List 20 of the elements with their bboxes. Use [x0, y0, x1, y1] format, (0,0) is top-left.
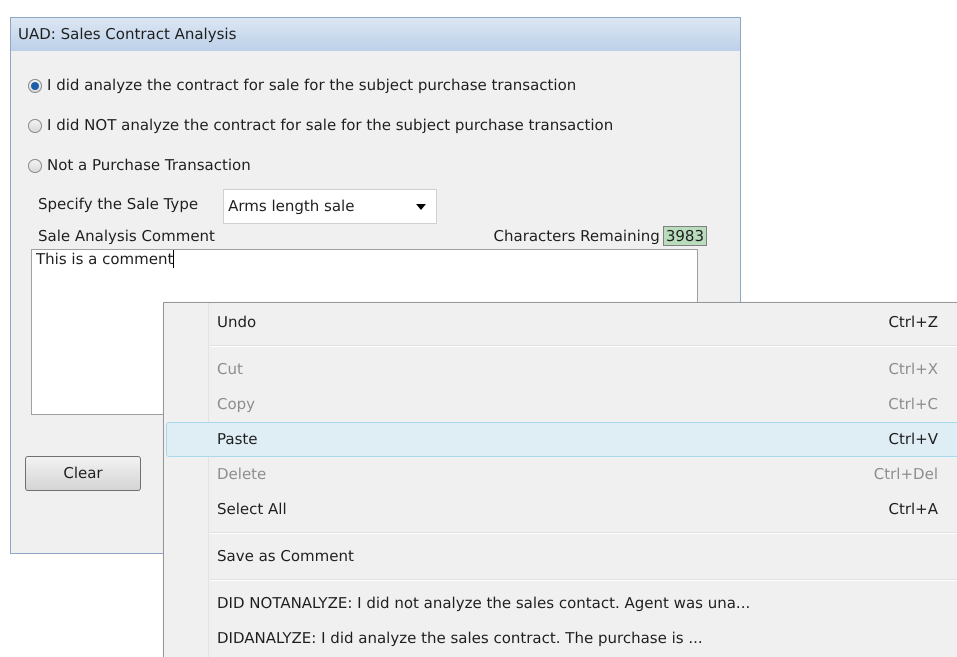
dropdown-caret-icon	[416, 204, 426, 210]
menu-item[interactable]: Select All Ctrl+A	[166, 492, 957, 527]
characters-remaining-label: Characters Remaining	[494, 226, 660, 247]
characters-remaining-count: 3983	[662, 226, 707, 246]
radio-option[interactable]: I did NOT analyze the contract for sale for the subject purchase transaction	[28, 114, 740, 137]
window-title: UAD: Sales Contract Analysis	[11, 18, 740, 51]
menu-item[interactable]: Paste Ctrl+V	[166, 422, 957, 457]
sale-type-label: Specify the Sale Type	[38, 194, 198, 216]
menu-item[interactable]: DIDANALYZE: I did analyze the sales contract. The purchase is ...	[166, 621, 957, 656]
menu-item[interactable]: DID NOTANALYZE: I did not analyze the sales contact. Agent was una...	[166, 586, 957, 621]
menu-item[interactable]: Undo Ctrl+Z	[166, 305, 957, 340]
comment-label: Sale Analysis Comment	[38, 226, 215, 247]
sale-type-dropdown[interactable]: Arms length sale	[223, 189, 438, 224]
radio-option[interactable]: Not a Purchase Transaction	[28, 154, 740, 177]
radio-button[interactable]	[28, 118, 42, 132]
radio-option[interactable]: I did analyze the contract for sale for the subject purchase transaction	[28, 74, 740, 97]
radio-button[interactable]	[28, 78, 42, 92]
radio-button[interactable]	[28, 158, 42, 172]
menu-item[interactable]: Save as Comment	[166, 539, 957, 574]
clear-button[interactable]: Clear	[25, 456, 141, 491]
